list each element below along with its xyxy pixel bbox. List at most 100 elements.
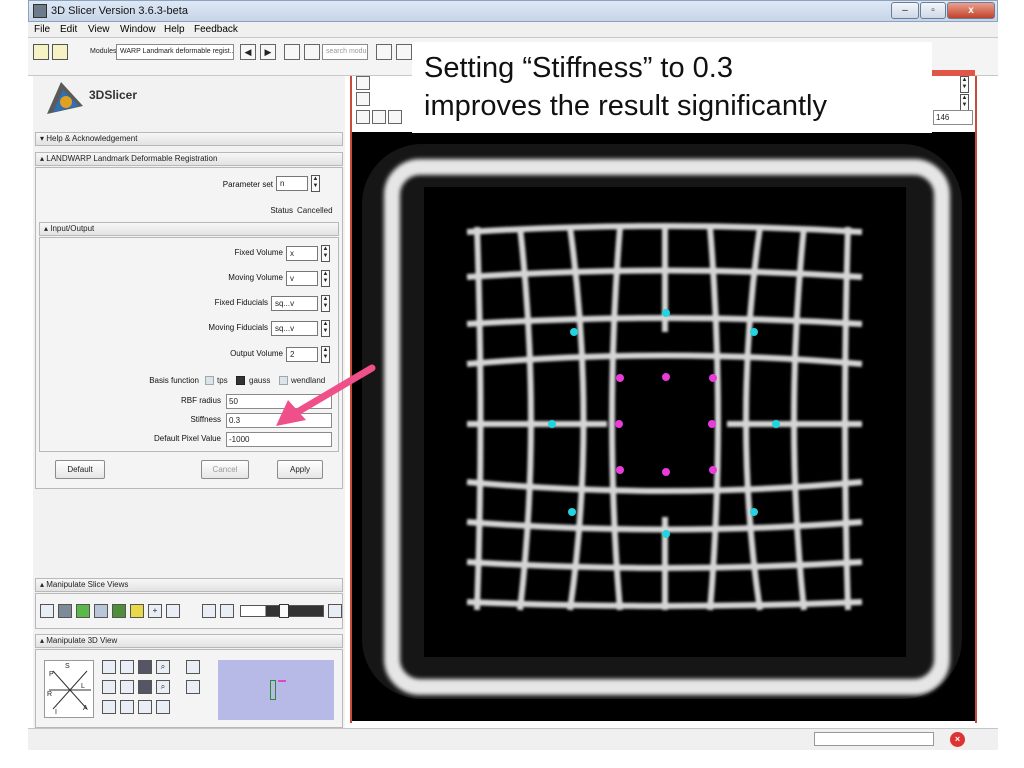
section-3d-header[interactable]: ▴ Manipulate 3D View (35, 634, 343, 648)
slice-options-icon[interactable] (328, 604, 342, 618)
stereo-icon[interactable] (186, 680, 200, 694)
fiducial-magenta-5 (708, 420, 716, 428)
rbf-radius-label: RBF radius (180, 396, 221, 405)
fixed-fiducials-combo[interactable]: sq...v (271, 296, 318, 311)
cancel-button[interactable]: Cancel (201, 460, 249, 479)
module-history-icon[interactable] (284, 44, 300, 60)
spin-view-icon[interactable] (186, 660, 200, 674)
fixed-volume-combo[interactable]: x (286, 246, 318, 261)
apply-button[interactable]: Apply (277, 460, 323, 479)
fit-view-icon[interactable] (166, 604, 180, 618)
basis-tps-label: tps (217, 376, 228, 385)
fixed-volume-spin[interactable]: ▲ ▼ (321, 245, 330, 262)
menu-feedback[interactable]: Feedback (194, 24, 238, 35)
axes-toggle-icon[interactable] (102, 700, 116, 714)
menu-file[interactable]: File (34, 24, 50, 35)
green-slice-icon[interactable] (76, 604, 90, 618)
screenshot-icon[interactable] (138, 680, 152, 694)
load-scene-icon[interactable] (33, 44, 49, 60)
moving-fiducials-spin[interactable]: ▲ ▼ (321, 320, 330, 337)
module-selector[interactable]: WARP Landmark deformable regist... (116, 44, 234, 60)
back-icon[interactable]: ◀ (240, 44, 256, 60)
slice-menu-icon[interactable] (356, 92, 370, 106)
view-box-icon[interactable] (120, 680, 134, 694)
fiducial-magenta-4 (615, 420, 623, 428)
menu-help[interactable]: Help (164, 24, 185, 35)
menu-view[interactable]: View (88, 24, 110, 35)
orientation-widget[interactable]: P S R L I A (44, 660, 94, 718)
fixed-fiducials-spin[interactable]: ▲ ▼ (321, 295, 330, 312)
crosshair-icon[interactable]: + (148, 604, 162, 618)
look-from-icon[interactable] (138, 700, 152, 714)
slicer-app-icon (33, 4, 47, 18)
orient-l: L (81, 683, 85, 690)
rotate-icon[interactable] (102, 660, 116, 674)
zoom-out-icon[interactable]: ⌕ (156, 680, 170, 694)
window-title: 3D Slicer Version 3.6.3-beta (51, 5, 188, 17)
moving-volume-spin[interactable]: ▲ ▼ (321, 270, 330, 287)
3d-view-thumbnail[interactable] (218, 660, 334, 720)
basis-gauss-checkbox[interactable] (236, 376, 245, 385)
section-3d-title: Manipulate 3D View (46, 636, 118, 645)
status-bar: × (28, 728, 998, 750)
slice-fg-spin[interactable]: ▲ ▼ (960, 76, 969, 93)
slider-handle[interactable] (279, 604, 289, 618)
error-log-icon[interactable]: × (950, 732, 965, 747)
zoom-icon[interactable]: ⌕ (156, 660, 170, 674)
thumbnail-volume-box (270, 680, 276, 700)
deformed-grid-slice[interactable] (352, 132, 975, 721)
slice-fade-slider[interactable] (240, 604, 324, 618)
moving-fiducials-combo[interactable]: sq...v (271, 321, 318, 336)
moving-volume-combo[interactable]: v (286, 271, 318, 286)
module-settings-icon[interactable] (304, 44, 320, 60)
home-icon[interactable] (396, 44, 412, 60)
default-pixel-input[interactable]: -1000 (226, 432, 332, 447)
fiducial-magenta-3 (709, 374, 717, 382)
section-slice-header[interactable]: ▴ Manipulate Slice Views (35, 578, 343, 592)
slice-pin-icon[interactable] (356, 76, 370, 90)
default-button[interactable]: Default (55, 460, 105, 479)
menu-window[interactable]: Window (120, 24, 156, 35)
fiducial-magenta-7 (662, 468, 670, 476)
slice-bg-spin[interactable]: ▲ ▼ (960, 94, 969, 111)
roll-icon[interactable] (102, 680, 116, 694)
forward-icon[interactable]: ▶ (260, 44, 276, 60)
basis-tps-checkbox[interactable] (205, 376, 214, 385)
sync-views-icon[interactable] (220, 604, 234, 618)
stiffness-label: Stiffness (190, 415, 221, 424)
thumbnail-marker (278, 680, 286, 682)
slice-fit-icon[interactable] (356, 110, 370, 124)
close-button[interactable]: x (947, 2, 995, 19)
window-titlebar: 3D Slicer Version 3.6.3-beta – ▫ x (28, 0, 998, 22)
slice-color-bar (931, 70, 975, 76)
save-scene-icon[interactable] (52, 44, 68, 60)
link-views-icon[interactable] (202, 604, 216, 618)
layout-green-icon[interactable] (112, 604, 126, 618)
slice-layout-icon[interactable] (40, 604, 54, 618)
section-help-title: Help & Acknowledgement (46, 134, 138, 143)
parameter-set-combo[interactable]: n (276, 176, 308, 191)
annotation-line-1: Setting “Stiffness” to 0.3 (424, 52, 733, 84)
slice-visibility-icon[interactable] (372, 110, 386, 124)
parameter-set-spin[interactable]: ▲ ▼ (311, 175, 320, 192)
slice-views-panel: + (35, 593, 343, 629)
section-io-header[interactable]: ▴ Input/Output (39, 222, 339, 236)
reset-view-icon[interactable] (156, 700, 170, 714)
camera-icon[interactable] (138, 660, 152, 674)
pan-icon[interactable] (120, 660, 134, 674)
conventional-layout-icon[interactable] (58, 604, 72, 618)
slice-link-icon[interactable] (388, 110, 402, 124)
maximize-button[interactable]: ▫ (920, 2, 946, 19)
axial-icon[interactable] (94, 604, 108, 618)
menu-edit[interactable]: Edit (60, 24, 77, 35)
center-view-icon[interactable] (120, 700, 134, 714)
slice-offset-input[interactable]: 146 (933, 110, 973, 125)
fiducial-cyan-1 (662, 309, 670, 317)
section-landwarp-header[interactable]: ▴ LANDWARP Landmark Deformable Registrat… (35, 152, 343, 166)
fiducial-cyan-7 (750, 508, 758, 516)
section-help-header[interactable]: ▾ Help & Acknowledgement (35, 132, 343, 146)
binoculars-icon[interactable] (376, 44, 392, 60)
layout-yellow-icon[interactable] (130, 604, 144, 618)
minimize-button[interactable]: – (891, 2, 919, 19)
search-modules-input[interactable]: search modules (322, 44, 368, 60)
